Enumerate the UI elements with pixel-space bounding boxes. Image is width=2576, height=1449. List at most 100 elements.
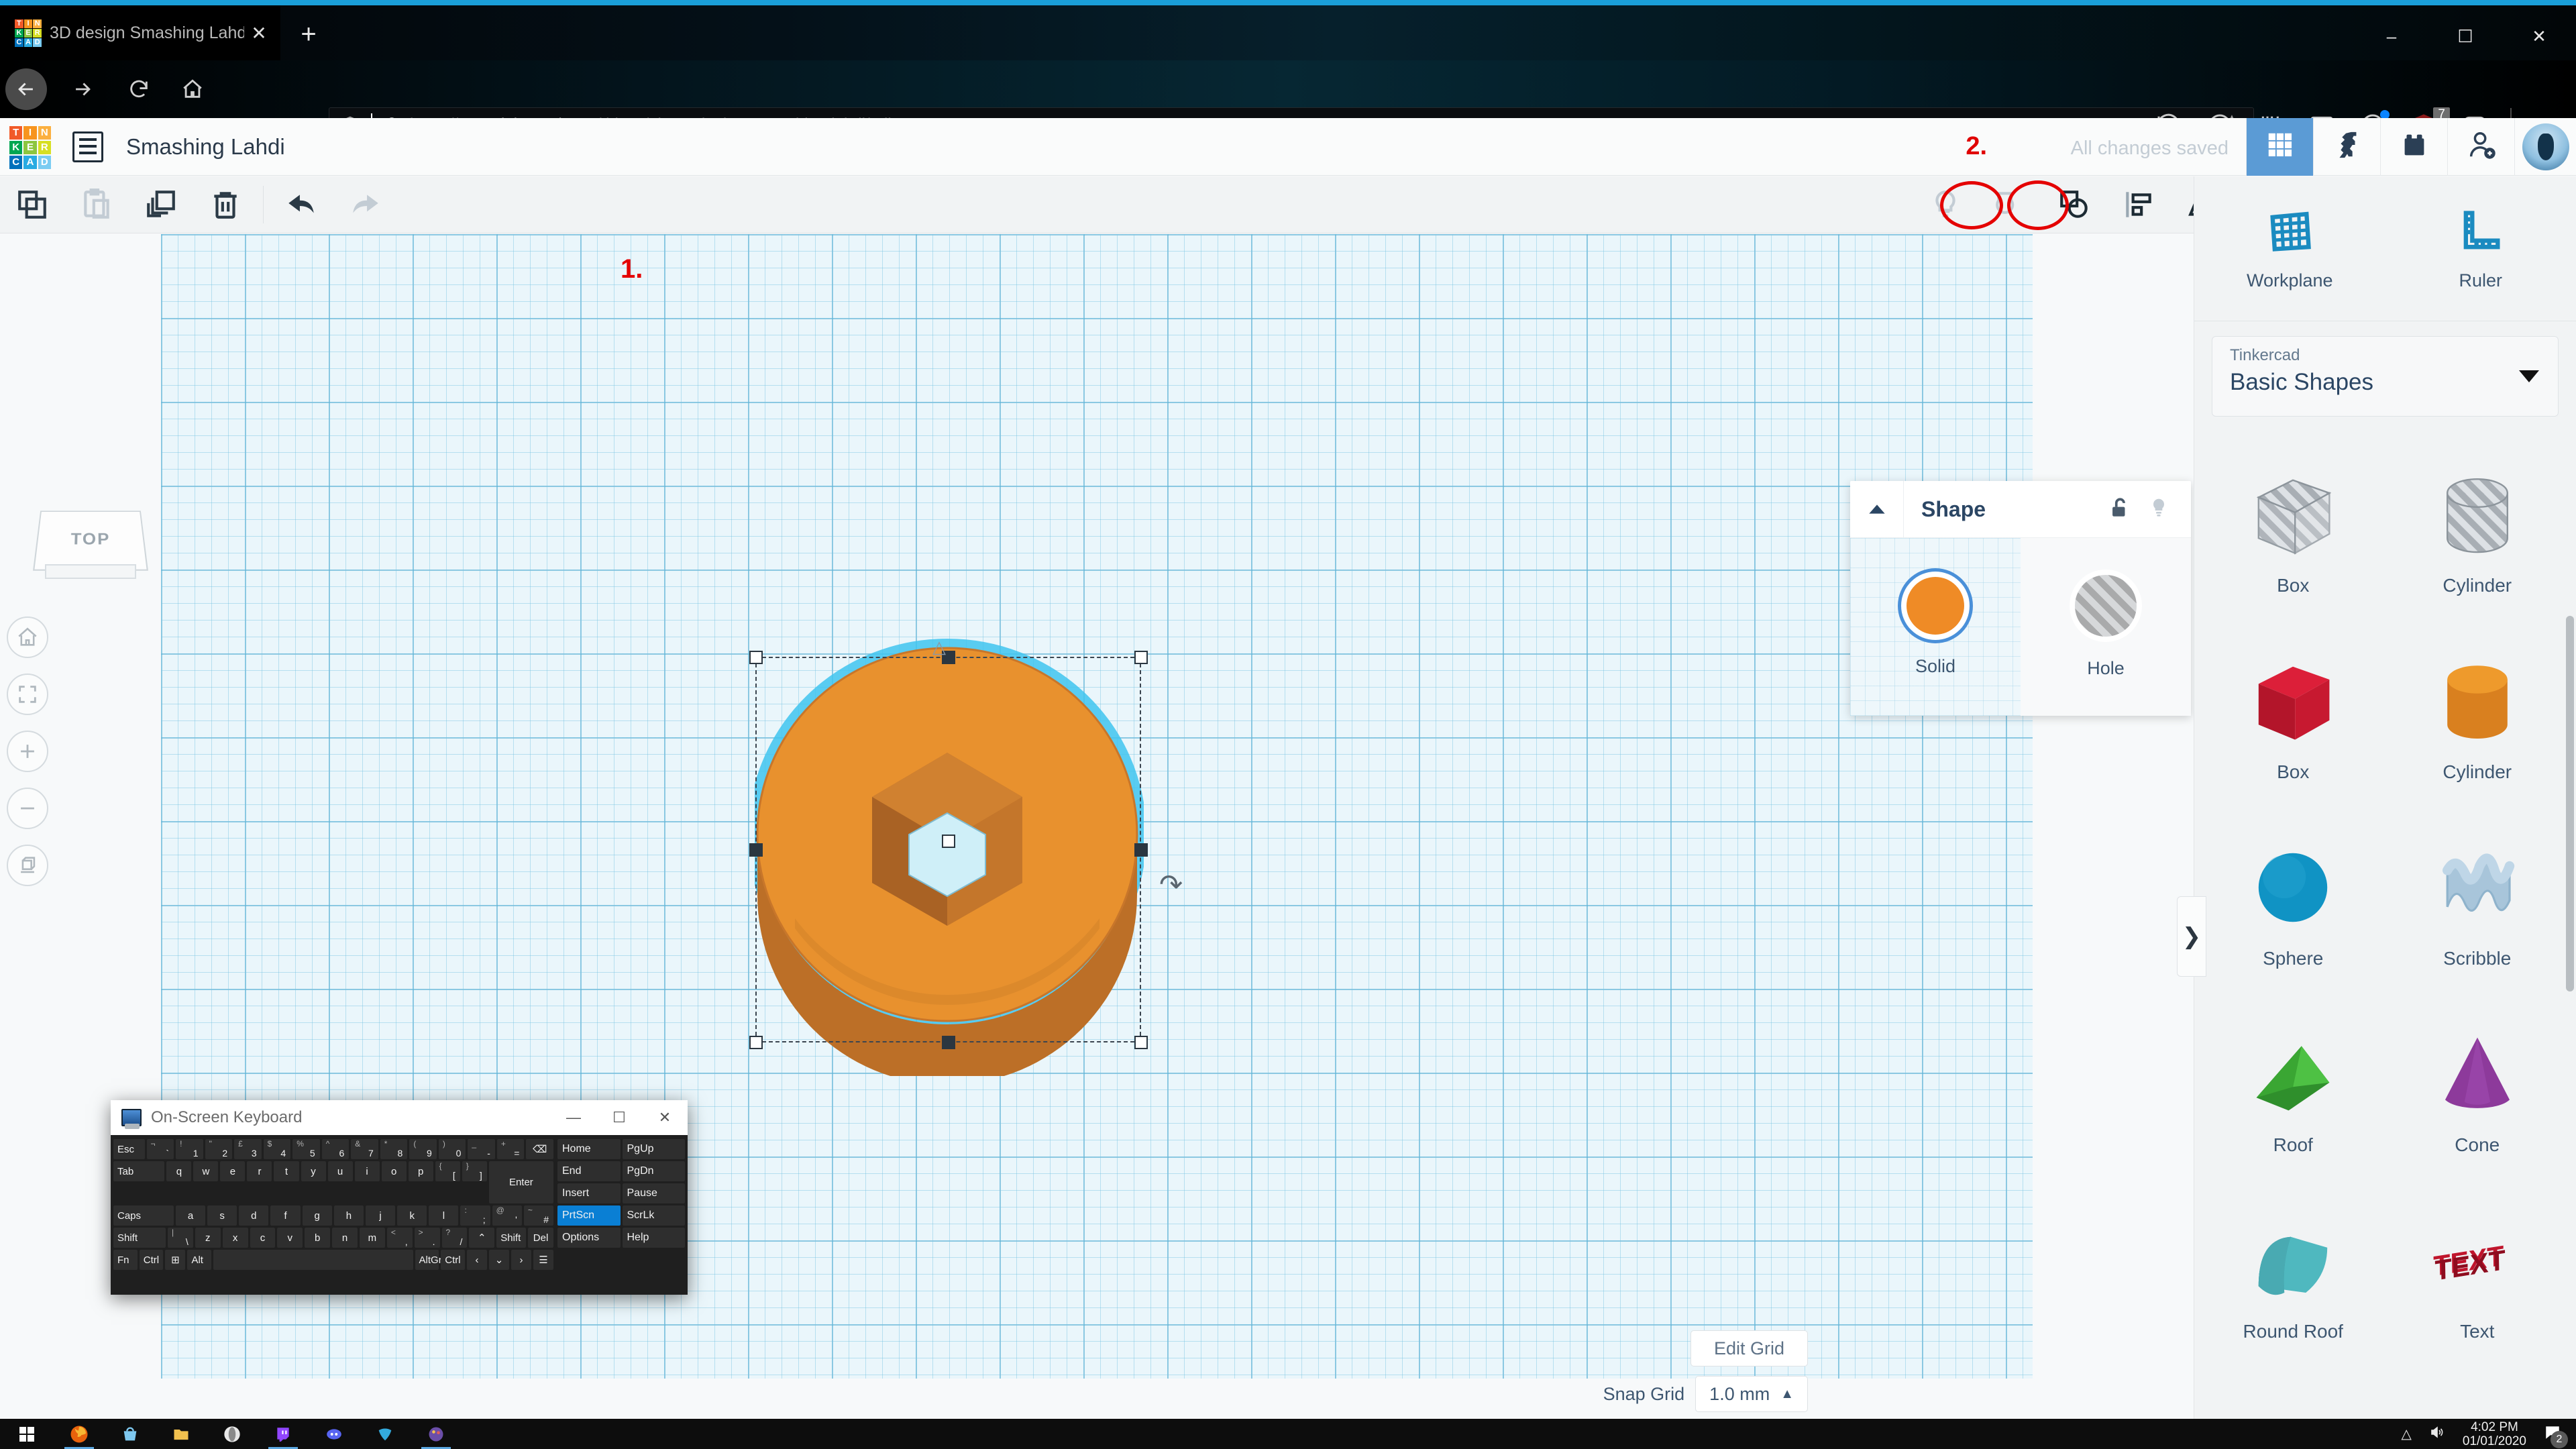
osk-key--[interactable]: | \	[167, 1228, 193, 1248]
browser-tab[interactable]: TIN KER CAD 3D design Smashing Lahdi | T…	[0, 5, 280, 60]
shape-item-box[interactable]: Box	[2201, 622, 2385, 808]
lightbulb-icon[interactable]	[2148, 496, 2169, 523]
duplicate-button[interactable]	[129, 176, 193, 233]
selection-handle-tr[interactable]	[1134, 651, 1148, 664]
osk-key-b[interactable]: b	[305, 1228, 331, 1248]
shape-library-select[interactable]: Tinkercad Basic Shapes	[2212, 336, 2559, 417]
osk-key-w[interactable]: w	[193, 1161, 219, 1181]
copy-button[interactable]	[0, 176, 64, 233]
osk-key-y[interactable]: y	[301, 1161, 326, 1181]
osk-key--[interactable]: @ '	[492, 1205, 522, 1226]
shape-item-roof[interactable]: Roof	[2201, 995, 2385, 1181]
taskbar-app-firefox[interactable]	[54, 1419, 105, 1449]
shape-item-sphere[interactable]: Sphere	[2201, 808, 2385, 995]
taskbar-clock[interactable]: 4:02 PM 01/01/2020	[2463, 1420, 2526, 1448]
hint-button[interactable]	[1913, 176, 1978, 233]
osk-key-r[interactable]: r	[247, 1161, 272, 1181]
osk-key--[interactable]: >.	[414, 1228, 440, 1248]
show-hidden-icons-button[interactable]: △	[2402, 1426, 2412, 1442]
home-button[interactable]	[173, 70, 212, 109]
home-view-button[interactable]	[7, 616, 48, 658]
osk-key--[interactable]: + =	[496, 1139, 525, 1159]
tab-close-icon[interactable]: ✕	[244, 22, 274, 44]
shape-option-hole[interactable]: Hole	[2021, 538, 2191, 716]
osk-key--[interactable]: ¬ `	[146, 1139, 174, 1159]
osk-key-ctrl[interactable]: Ctrl	[441, 1250, 465, 1270]
edit-grid-button[interactable]: Edit Grid	[1690, 1330, 1808, 1366]
osk-key-enter[interactable]: Enter	[488, 1161, 554, 1203]
osk-key--[interactable]: ☰	[533, 1250, 553, 1270]
osk-key-caps[interactable]: Caps	[113, 1205, 174, 1226]
osk-key-m[interactable]: m	[359, 1228, 385, 1248]
osk-close-button[interactable]: ✕	[642, 1100, 688, 1135]
osk-key--[interactable]: <,	[386, 1228, 413, 1248]
osk-key-9[interactable]: (9	[409, 1139, 437, 1159]
osk-key-z[interactable]: z	[195, 1228, 221, 1248]
page-title[interactable]: Smashing Lahdi	[126, 134, 285, 160]
osk-key-altgr[interactable]: AltGr	[415, 1250, 442, 1270]
osk-key-alt[interactable]: Alt	[187, 1250, 212, 1270]
osk-navkey-scrlk[interactable]: ScrLk	[622, 1205, 685, 1226]
volume-icon[interactable]	[2429, 1424, 2445, 1444]
osk-navkey-help[interactable]: Help	[622, 1228, 685, 1248]
undo-button[interactable]	[269, 176, 333, 233]
taskbar-app-opera[interactable]	[207, 1419, 258, 1449]
osk-key--[interactable]: ? /	[441, 1228, 468, 1248]
osk-key-o[interactable]: o	[381, 1161, 407, 1181]
osk-titlebar[interactable]: On-Screen Keyboard — ☐ ✕	[111, 1100, 688, 1135]
collapse-triangle-icon[interactable]	[1850, 480, 1904, 538]
snap-grid-select[interactable]: 1.0 mm ▲	[1695, 1376, 1808, 1412]
window-close-button[interactable]: ✕	[2502, 11, 2576, 62]
osk-key--[interactable]: _ -	[468, 1139, 495, 1159]
osk-navkey-pause[interactable]: Pause	[622, 1183, 685, 1203]
tab-3d-design[interactable]	[2246, 117, 2313, 176]
shape-item-cylinder-hole[interactable]: Cylinder	[2385, 435, 2570, 622]
osk-key--[interactable]: ⌫	[526, 1139, 553, 1159]
osk-key--[interactable]: :;	[460, 1205, 490, 1226]
zoom-out-button[interactable]	[7, 788, 48, 829]
osk-maximize-button[interactable]: ☐	[596, 1100, 642, 1135]
taskbar-app-paint[interactable]	[411, 1419, 462, 1449]
osk-key-t[interactable]: t	[274, 1161, 299, 1181]
selection-handle-br[interactable]	[1134, 1036, 1148, 1049]
osk-key-x[interactable]: x	[222, 1228, 248, 1248]
reload-button[interactable]	[119, 70, 158, 109]
osk-navkey-pgdn[interactable]: PgDn	[622, 1161, 685, 1181]
view-cube-front-face[interactable]	[45, 564, 136, 579]
osk-key-shift[interactable]: Shift	[113, 1228, 166, 1248]
osk-key-7[interactable]: & 7	[351, 1139, 378, 1159]
osk-key-q[interactable]: q	[166, 1161, 192, 1181]
zoom-in-button[interactable]	[7, 731, 48, 772]
perspective-toggle-button[interactable]	[7, 845, 48, 886]
taskbar-app-discord[interactable]	[309, 1419, 360, 1449]
osk-navkey-options[interactable]: Options	[557, 1228, 621, 1248]
osk-key-4[interactable]: $4	[263, 1139, 291, 1159]
shape-item-text[interactable]: TEXT TEXT Text	[2385, 1181, 2570, 1368]
tinkercad-logo-icon[interactable]: TIN KER CAD	[9, 125, 51, 169]
shape-item-box-hole[interactable]: Box	[2201, 435, 2385, 622]
shape-item-cylinder[interactable]: Cylinder	[2385, 622, 2570, 808]
unlocked-padlock-icon[interactable]	[2108, 496, 2131, 523]
osk-key-8[interactable]: * 8	[380, 1139, 408, 1159]
osk-key-i[interactable]: i	[354, 1161, 380, 1181]
osk-key-h[interactable]: h	[333, 1205, 364, 1226]
shape-item-cone[interactable]: Cone	[2385, 995, 2570, 1181]
window-minimize-button[interactable]: –	[2355, 11, 2428, 62]
shape-item-scribble[interactable]: Scribble	[2385, 808, 2570, 995]
osk-key-esc[interactable]: Esc	[113, 1139, 145, 1159]
osk-key--[interactable]: ⌄	[489, 1250, 509, 1270]
shape-option-solid[interactable]: Solid	[1850, 538, 2021, 716]
osk-key--[interactable]: ⌃	[469, 1228, 495, 1248]
osk-key--[interactable]: ~ #	[523, 1205, 553, 1226]
forward-button[interactable]	[63, 70, 102, 109]
taskbar-app-explorer[interactable]	[156, 1419, 207, 1449]
osk-key-j[interactable]: j	[365, 1205, 396, 1226]
osk-key-c[interactable]: c	[250, 1228, 276, 1248]
paste-button[interactable]	[64, 176, 129, 233]
osk-key-s[interactable]: s	[207, 1205, 237, 1226]
osk-key-shift[interactable]: Shift	[496, 1228, 527, 1248]
osk-key-3[interactable]: £3	[234, 1139, 262, 1159]
osk-key-fn[interactable]: Fn	[113, 1250, 138, 1270]
osk-key--[interactable]: ›	[511, 1250, 531, 1270]
osk-key--[interactable]: ⊞	[165, 1250, 186, 1270]
